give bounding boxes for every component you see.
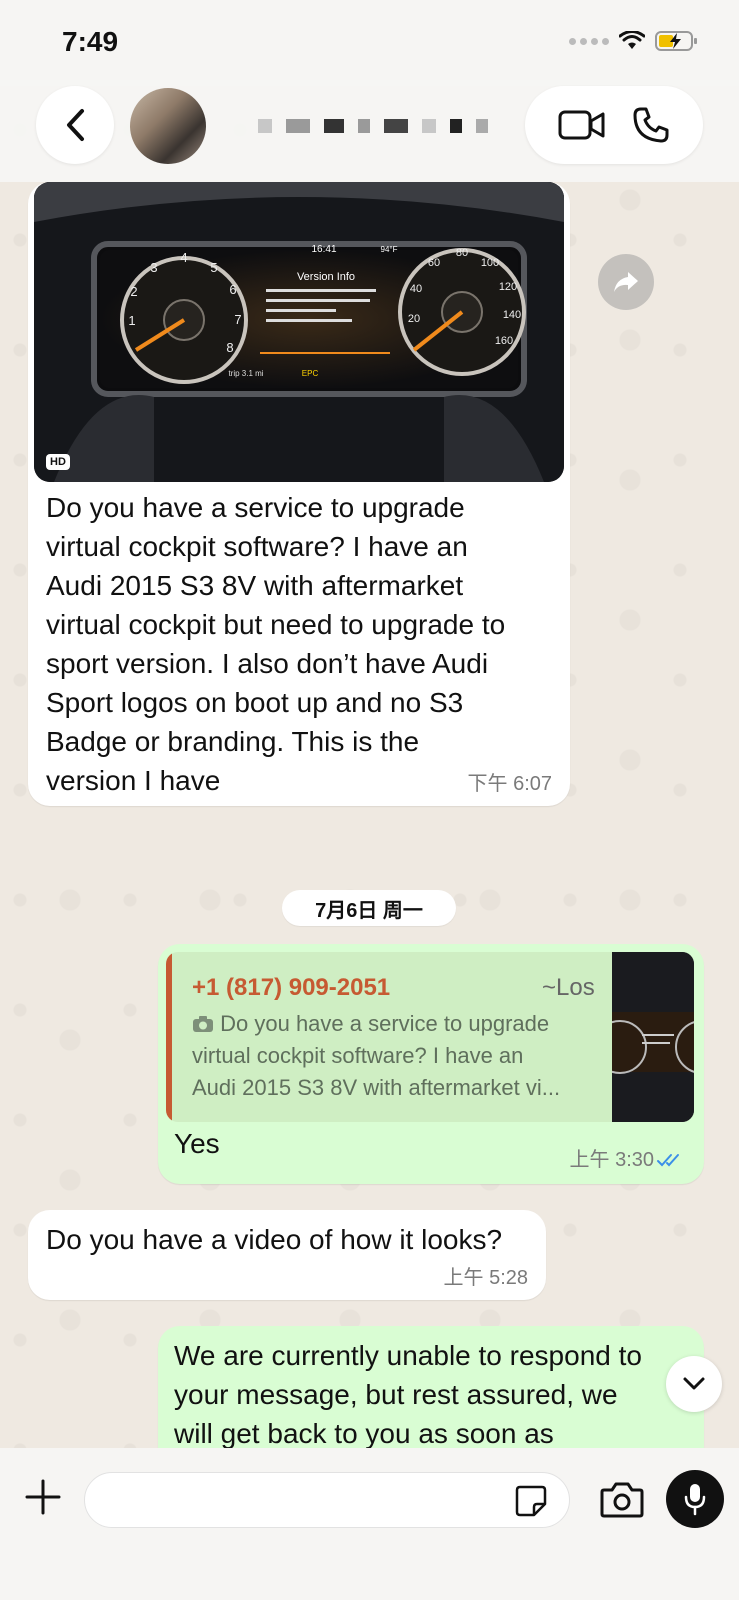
message-composer [0,1448,739,1600]
dash-trip: trip 3.1 mi [228,369,263,378]
gauge-num: 160 [495,335,513,347]
dashboard-photo[interactable]: 1 2 3 4 5 6 7 8 20 40 60 80 100 120 140 … [34,182,564,482]
battery-charging-icon [655,31,697,51]
dash-temp: 94°F [381,245,398,254]
quoted-message[interactable]: +1 (817) 909-2051 ~Los Do you have a ser… [166,952,694,1122]
gauge-num: 3 [150,260,157,275]
quote-bar [166,952,172,1122]
gauge-num: 40 [410,283,422,295]
message-text[interactable]: Do you have a service to upgrade virtual… [46,488,566,800]
quote-thumbnail [612,952,694,1122]
dash-epc: EPC [302,369,319,378]
message-outgoing-auto-reply[interactable]: We are currently unable to respond to yo… [158,1326,704,1466]
read-receipt-icon [657,1154,679,1167]
message-line: We are currently unable to respond to [174,1340,642,1371]
date-separator: 7月6日 周一 [282,890,456,926]
contact-avatar[interactable] [130,88,206,164]
gauge-num: 4 [180,250,187,265]
camera-button-icon[interactable] [600,1480,644,1520]
voice-call-icon[interactable] [632,106,670,144]
message-line: sport version. I also don’t have Audi [46,648,489,679]
message-text[interactable]: Yes [174,1124,220,1163]
contact-name-redacted[interactable] [258,108,488,144]
message-incoming-media[interactable]: 1 2 3 4 5 6 7 8 20 40 60 80 100 120 140 … [28,182,570,806]
gauge-num: 5 [210,260,217,275]
status-icons [569,30,699,52]
chevron-left-icon [67,109,84,141]
message-input[interactable] [84,1472,570,1528]
chat-header [0,80,739,182]
quote-line: Audi 2015 S3 8V with aftermarket vi... [192,1075,561,1100]
status-time: 7:49 [62,26,119,57]
video-call-icon[interactable] [558,109,606,141]
message-line: Audi 2015 S3 8V with aftermarket [46,570,464,601]
chevron-down-icon [683,1377,705,1390]
sticker-icon[interactable] [514,1484,548,1518]
quote-text: Do you have a service to upgrade virtual… [192,1008,582,1104]
gauge-num: 8 [226,340,233,355]
dashboard-image: 1 2 3 4 5 6 7 8 20 40 60 80 100 120 140 … [34,182,564,482]
gauge-num: 120 [499,281,517,293]
gauge-num: 2 [130,284,137,299]
message-line: virtual cockpit software? I have an [46,531,468,562]
forward-button[interactable] [598,254,654,310]
back-button[interactable] [36,86,114,164]
message-time: 下午 6:07 [467,773,552,795]
quote-author: +1 (817) 909-2051 [192,974,391,1001]
voice-message-button[interactable] [666,1470,724,1528]
quote-line: virtual cockpit software? I have an [192,1043,524,1068]
gauge-num: 100 [481,257,499,269]
camera-icon [193,1016,213,1032]
hd-badge: HD [46,454,70,470]
message-line: your message, but rest assured, we [174,1379,618,1410]
gauge-num: 20 [408,313,420,325]
call-actions [525,86,703,164]
gauge-num: 60 [428,257,440,269]
wifi-icon [619,31,645,49]
message-time: 上午 5:28 [443,1267,528,1289]
message-line: Do you have a service to upgrade [46,492,465,523]
gauge-num: 80 [456,247,468,259]
message-line: virtual cockpit but need to upgrade to [46,609,506,640]
gauge-num: 7 [234,312,241,327]
dash-title: Version Info [297,271,355,283]
quote-line: Do you have a service to upgrade [220,1011,550,1036]
message-text[interactable]: Do you have a video of how it looks? [46,1220,502,1259]
message-line: Sport logos on boot up and no S3 [46,687,464,718]
message-line: Badge or branding. This is the [46,726,420,757]
gauge-num: 1 [128,313,135,328]
message-outgoing-reply[interactable]: +1 (817) 909-2051 ~Los Do you have a ser… [158,944,704,1184]
dash-clock: 16:41 [311,244,336,255]
gauge-num: 140 [503,309,521,321]
signal-icon [569,37,609,45]
message-text[interactable]: We are currently unable to respond to yo… [174,1336,694,1453]
message-time: 上午 3:30 [569,1149,654,1171]
scroll-to-bottom-button[interactable] [666,1356,722,1412]
microphone-icon [684,1484,706,1516]
attach-button[interactable] [22,1476,64,1518]
message-incoming-text[interactable]: Do you have a video of how it looks? 上午 … [28,1210,546,1300]
plus-icon [25,1479,61,1515]
quote-author-tag: ~Los [542,974,595,1001]
status-bar: 7:49 [0,0,739,86]
forward-icon [614,272,638,292]
gauge-num: 6 [229,282,236,297]
